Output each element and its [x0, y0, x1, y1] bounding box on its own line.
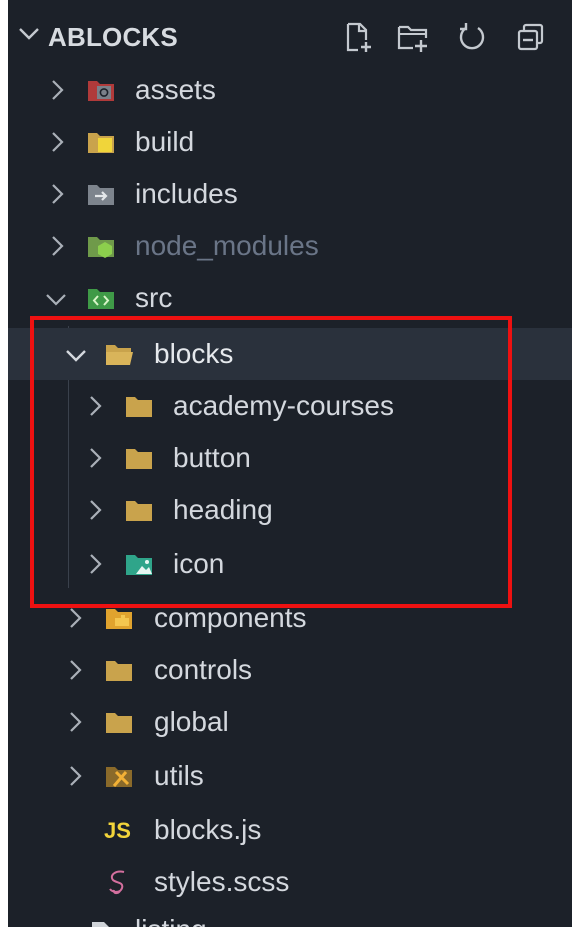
build-folder-icon — [88, 133, 114, 153]
new-folder-icon[interactable] — [396, 20, 430, 54]
tree-item-blocks-js[interactable]: JS blocks.js — [8, 804, 572, 856]
components-folder-icon — [106, 609, 132, 629]
explorer-title: ABLOCKS — [48, 22, 178, 52]
chevron-right-icon — [70, 766, 82, 786]
chevron-right-icon — [52, 184, 64, 204]
tree-item-partial[interactable]: listing — [8, 908, 572, 927]
includes-folder-icon — [88, 185, 114, 205]
tree-item-assets[interactable]: assets — [8, 64, 572, 116]
file-explorer: ABLOCKS assets build includes node_modul… — [8, 0, 572, 927]
tree-item-label: src — [135, 282, 173, 313]
folder-icon — [126, 501, 152, 521]
folder-icon — [126, 449, 152, 469]
chevron-right-icon — [90, 554, 102, 574]
tree-item-utils[interactable]: utils — [8, 750, 572, 802]
tree-item-src[interactable]: src — [8, 272, 572, 324]
tree-item-academy-courses[interactable]: academy-courses — [8, 380, 572, 432]
tree-item-label: assets — [135, 74, 216, 105]
folder-icon — [106, 713, 132, 733]
tree-item-label: academy-courses — [173, 390, 394, 421]
explorer-header[interactable]: ABLOCKS — [8, 10, 572, 62]
tree-item-label: icon — [173, 548, 225, 579]
tree-item-label: styles.scss — [154, 866, 290, 897]
chevron-right-icon — [70, 608, 82, 628]
tree-item-components[interactable]: components — [8, 592, 572, 644]
chevron-right-icon — [90, 500, 102, 520]
chevron-down-icon[interactable] — [18, 26, 40, 42]
tree-item-global[interactable]: global — [8, 696, 572, 748]
new-file-icon[interactable] — [342, 20, 376, 54]
folder-icon — [126, 397, 152, 417]
tree-item-includes[interactable]: includes — [8, 168, 572, 220]
image-folder-icon — [126, 555, 152, 575]
tree-item-label: includes — [135, 178, 238, 209]
chevron-right-icon — [52, 132, 64, 152]
file-icon — [92, 922, 109, 927]
src-folder-icon — [88, 289, 114, 309]
tree-item-label: build — [135, 126, 195, 157]
refresh-icon[interactable] — [454, 20, 488, 54]
tree-item-label: components — [154, 602, 307, 633]
chevron-down-icon — [46, 294, 66, 306]
tree-item-label: utils — [154, 760, 204, 791]
chevron-right-icon — [70, 660, 82, 680]
javascript-file-icon: JS — [104, 818, 131, 843]
tree-item-label: button — [173, 442, 251, 473]
tree-item-controls[interactable]: controls — [8, 644, 572, 696]
tree-item-label: listing — [135, 914, 207, 927]
chevron-down-icon — [66, 350, 86, 362]
tree-item-button[interactable]: button — [8, 432, 572, 484]
folder-icon — [106, 661, 132, 681]
tree-item-heading[interactable]: heading — [8, 484, 572, 536]
chevron-right-icon — [52, 236, 64, 256]
collapse-all-icon[interactable] — [514, 20, 548, 54]
tree-item-label: controls — [154, 654, 253, 685]
chevron-right-icon — [90, 448, 102, 468]
sass-file-icon — [109, 870, 125, 895]
open-folder-icon — [106, 345, 133, 365]
tree-item-styles-scss[interactable]: styles.scss — [8, 856, 572, 908]
tree-item-label: blocks — [154, 338, 234, 369]
chevron-right-icon — [70, 712, 82, 732]
tree-item-node-modules[interactable]: node_modules — [8, 220, 572, 272]
tree-item-label: global — [154, 706, 229, 737]
node-folder-icon — [88, 237, 114, 258]
tree-item-label: heading — [173, 494, 273, 525]
chevron-right-icon — [90, 396, 102, 416]
tree-item-build[interactable]: build — [8, 116, 572, 168]
tree-item-icon[interactable]: icon — [8, 538, 572, 590]
chevron-right-icon — [52, 80, 64, 100]
assets-folder-icon — [88, 81, 114, 101]
tree-item-label: node_modules — [135, 230, 319, 261]
tree-item-label: blocks.js — [154, 814, 262, 845]
utils-folder-icon — [106, 767, 132, 787]
tree-item-blocks[interactable]: blocks — [8, 328, 572, 380]
